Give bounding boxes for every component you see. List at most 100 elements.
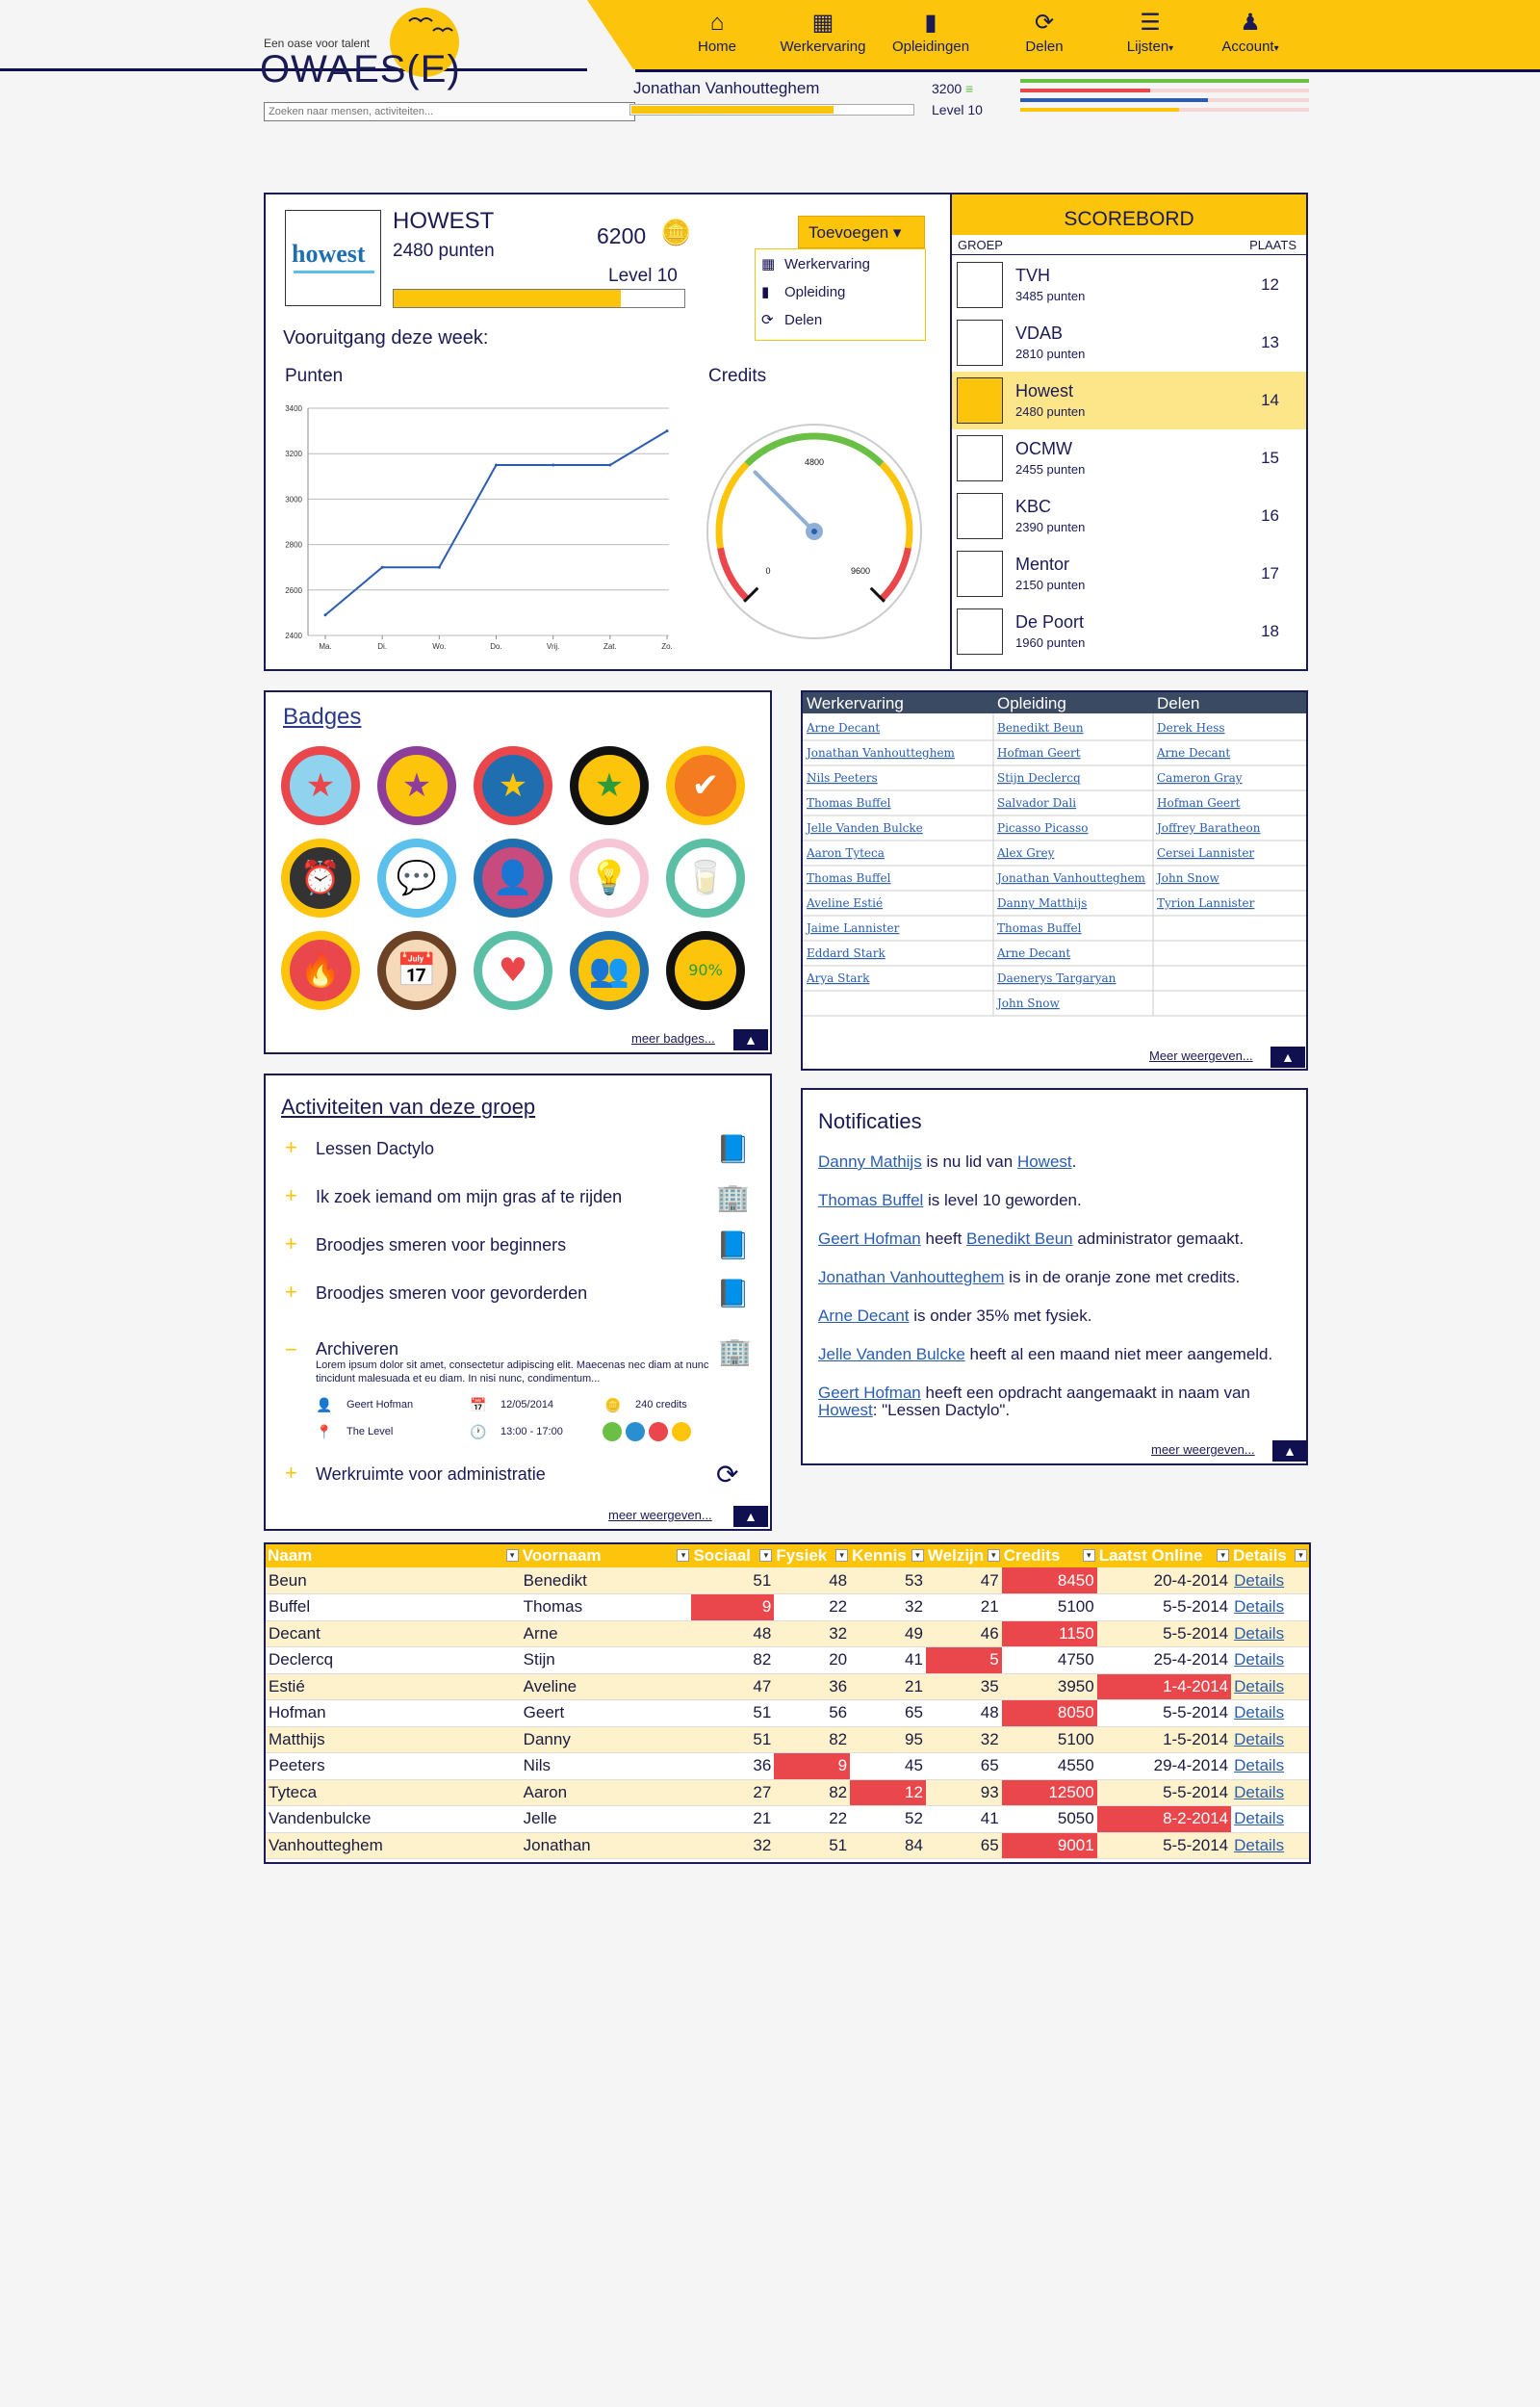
- more-notifications-link[interactable]: meer weergeven...: [1151, 1442, 1255, 1457]
- scoreboard-row[interactable]: Mentor 2150 punten 17: [952, 545, 1306, 603]
- add-menu-item[interactable]: ⟳ Delen: [761, 311, 822, 328]
- column-header[interactable]: Welzijn ▾: [925, 1544, 1002, 1567]
- scoreboard-row[interactable]: OCMW 2455 punten 15: [952, 429, 1306, 487]
- list-link[interactable]: John Snow: [995, 996, 1060, 1010]
- details-link[interactable]: Details: [1231, 1832, 1309, 1859]
- fire-icon[interactable]: 🔥: [281, 931, 360, 1010]
- activities-title[interactable]: Activiteiten van deze groep: [281, 1095, 535, 1120]
- logo[interactable]: OWAES(E): [260, 48, 461, 91]
- nav-lijsten[interactable]: ☰ Lijsten▾: [1097, 10, 1203, 55]
- list-link[interactable]: Benedikt Beun: [997, 721, 1084, 735]
- filter-dropdown-icon[interactable]: ▾: [1295, 1549, 1307, 1562]
- expand-icon[interactable]: +: [285, 1183, 297, 1208]
- column-header[interactable]: Voornaam ▾: [520, 1544, 692, 1567]
- details-link[interactable]: Details: [1231, 1752, 1309, 1780]
- filter-dropdown-icon[interactable]: ▾: [505, 1549, 519, 1562]
- column-header[interactable]: Details ▾: [1231, 1544, 1309, 1567]
- user-name[interactable]: Jonathan Vanhoutteghem: [633, 79, 819, 98]
- notification-link[interactable]: Jelle Vanden Bulcke: [818, 1345, 965, 1363]
- filter-dropdown-icon[interactable]: ▾: [759, 1549, 773, 1562]
- expand-button[interactable]: ▲: [1270, 1047, 1305, 1068]
- expand-button[interactable]: ▲: [733, 1029, 768, 1050]
- expand-button[interactable]: ▲: [1272, 1440, 1307, 1462]
- expand-icon[interactable]: +: [285, 1461, 297, 1486]
- notification-link[interactable]: Arne Decant: [818, 1307, 910, 1325]
- details-link[interactable]: Details: [1231, 1593, 1309, 1621]
- notification-link[interactable]: Howest: [818, 1401, 873, 1419]
- cup-icon[interactable]: 🥛: [666, 839, 745, 918]
- expand-icon[interactable]: +: [285, 1231, 297, 1256]
- add-menu-item[interactable]: ▮ Opleiding: [761, 283, 845, 300]
- column-header[interactable]: Naam ▾: [266, 1544, 521, 1567]
- list-link[interactable]: John Snow: [1155, 871, 1219, 885]
- list-link[interactable]: Jonathan Vanhoutteghem: [995, 871, 1146, 885]
- star-icon[interactable]: ★: [377, 746, 456, 825]
- star-icon[interactable]: ★: [474, 746, 552, 825]
- more-lists-link[interactable]: Meer weergeven...: [1149, 1048, 1253, 1063]
- activity-label[interactable]: Werkruimte voor administratie: [316, 1464, 546, 1485]
- expand-icon[interactable]: +: [285, 1280, 297, 1305]
- filter-dropdown-icon[interactable]: ▾: [911, 1549, 924, 1562]
- list-link[interactable]: Thomas Buffel: [997, 921, 1082, 935]
- details-link[interactable]: Details: [1231, 1779, 1309, 1806]
- nav-account[interactable]: ♟ Account▾: [1197, 10, 1303, 55]
- notification-link[interactable]: Thomas Buffel: [818, 1191, 923, 1209]
- details-link[interactable]: Details: [1231, 1726, 1309, 1753]
- nav-home[interactable]: ⌂ Home: [664, 10, 770, 55]
- add-dropdown-button[interactable]: Toevoegen ▾: [798, 216, 925, 248]
- details-link[interactable]: Details: [1231, 1673, 1309, 1700]
- scoreboard-row[interactable]: TVH 3485 punten 12: [952, 256, 1306, 314]
- list-link[interactable]: Aveline Estié: [806, 896, 883, 910]
- list-link[interactable]: Thomas Buffel: [807, 796, 891, 810]
- collapse-icon[interactable]: −: [285, 1337, 297, 1362]
- list-link[interactable]: Tyrion Lannister: [1157, 896, 1255, 910]
- list-link[interactable]: Arne Decant: [996, 946, 1070, 960]
- filter-dropdown-icon[interactable]: ▾: [1217, 1549, 1230, 1562]
- list-link[interactable]: Derek Hess: [1157, 721, 1225, 735]
- list-link[interactable]: Picasso Picasso: [997, 821, 1088, 835]
- more-activities-link[interactable]: meer weergeven...: [608, 1508, 712, 1522]
- notification-link[interactable]: Geert Hofman: [818, 1229, 921, 1248]
- list-link[interactable]: Cersei Lannister: [1157, 846, 1254, 860]
- scoreboard-row[interactable]: Howest 2480 punten 14: [952, 372, 1306, 429]
- column-header[interactable]: Credits ▾: [1001, 1544, 1097, 1567]
- people-icon[interactable]: 👥: [570, 931, 649, 1010]
- list-link[interactable]: Joffrey Baratheon: [1155, 821, 1261, 835]
- filter-dropdown-icon[interactable]: ▾: [1082, 1549, 1095, 1562]
- list-link[interactable]: Eddard Stark: [807, 946, 886, 960]
- list-link[interactable]: Hofman Geert: [997, 746, 1081, 760]
- list-link[interactable]: Stijn Declercq: [997, 771, 1081, 785]
- details-link[interactable]: Details: [1231, 1620, 1309, 1647]
- star-icon[interactable]: ★: [281, 746, 360, 825]
- details-link[interactable]: Details: [1231, 1567, 1309, 1594]
- list-link[interactable]: Arne Decant: [806, 721, 880, 735]
- list-link[interactable]: Cameron Gray: [1157, 771, 1243, 785]
- list-link[interactable]: Arne Decant: [1156, 746, 1230, 760]
- calendar-icon[interactable]: 📅: [377, 931, 456, 1010]
- filter-dropdown-icon[interactable]: ▾: [677, 1549, 690, 1562]
- badges-title[interactable]: Badges: [283, 704, 361, 731]
- activity-label[interactable]: Lessen Dactylo: [316, 1139, 434, 1159]
- list-link[interactable]: Aaron Tyteca: [806, 846, 885, 860]
- more-badges-link[interactable]: meer badges...: [631, 1031, 715, 1046]
- list-link[interactable]: Jelle Vanden Bulcke: [805, 821, 923, 835]
- list-link[interactable]: Thomas Buffel: [807, 871, 891, 885]
- notification-link[interactable]: Benedikt Beun: [966, 1229, 1073, 1248]
- list-link[interactable]: Daenerys Targaryan: [997, 971, 1116, 985]
- add-menu-item[interactable]: ▦ Werkervaring: [761, 255, 870, 272]
- expand-icon[interactable]: +: [285, 1135, 297, 1160]
- column-header[interactable]: Laatst Online ▾: [1096, 1544, 1232, 1567]
- checkmark-icon[interactable]: ✔: [666, 746, 745, 825]
- filter-dropdown-icon[interactable]: ▾: [835, 1549, 849, 1562]
- column-header[interactable]: Sociaal ▾: [691, 1544, 775, 1567]
- notification-link[interactable]: Geert Hofman: [818, 1384, 921, 1402]
- list-link[interactable]: Alex Grey: [996, 846, 1055, 860]
- search-input[interactable]: [264, 102, 635, 121]
- nav-delen[interactable]: ⟳ Delen: [991, 10, 1097, 55]
- sign-icon[interactable]: 90%: [666, 931, 745, 1010]
- person-icon[interactable]: 👤: [474, 839, 552, 918]
- nav-opleidingen[interactable]: ▮ Opleidingen: [878, 10, 984, 55]
- alarm-clock-icon[interactable]: ⏰: [281, 839, 360, 918]
- notification-link[interactable]: Danny Mathijs: [818, 1152, 922, 1171]
- details-link[interactable]: Details: [1231, 1699, 1309, 1727]
